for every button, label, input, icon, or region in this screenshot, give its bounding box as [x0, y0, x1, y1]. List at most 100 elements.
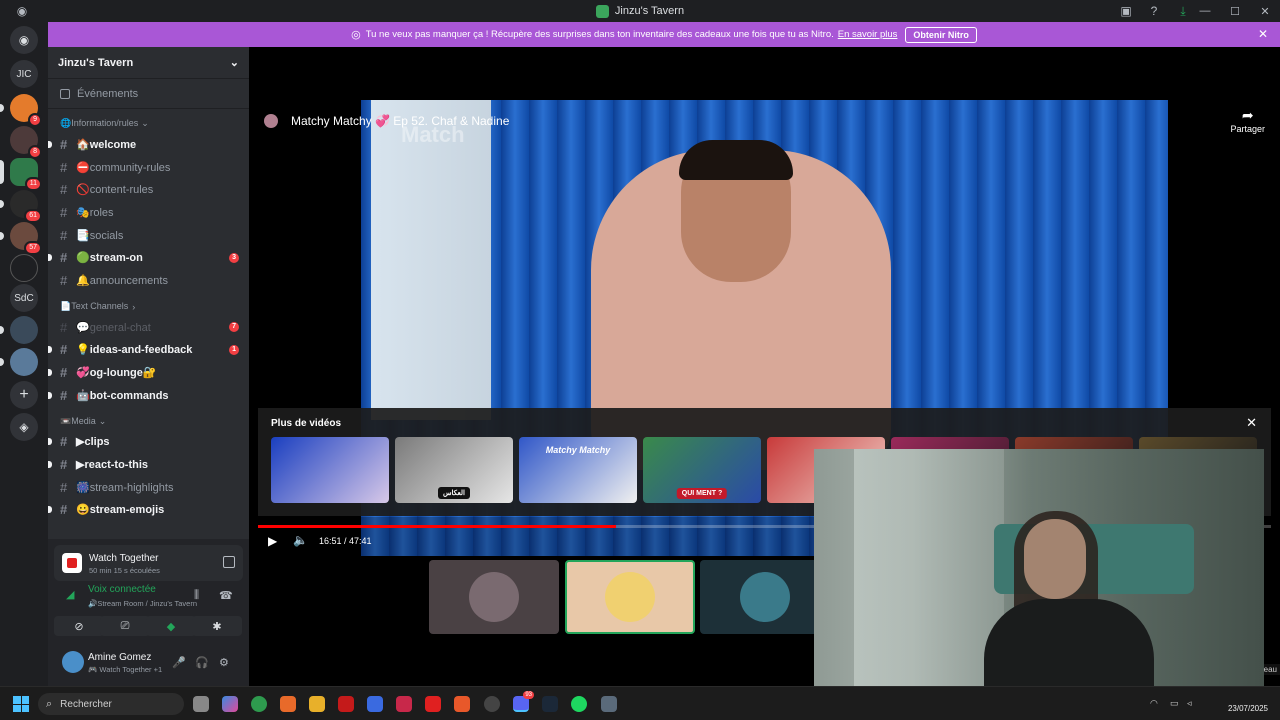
- category-information[interactable]: 🌐Information/rules ⌄: [48, 109, 249, 133]
- channel-clips[interactable]: # ▶clips: [48, 431, 249, 454]
- hash-icon: #: [60, 342, 68, 358]
- hash-icon: #: [60, 479, 68, 495]
- channel-roles[interactable]: # 🎭roles: [48, 201, 249, 224]
- channel-socials[interactable]: # 📑socials: [48, 224, 249, 247]
- search-icon: ⌕: [46, 697, 53, 710]
- search-placeholder: Rechercher: [60, 698, 112, 710]
- video-thumbnail[interactable]: العكاس: [395, 437, 513, 503]
- microphone-icon[interactable]: 🎤: [172, 656, 186, 669]
- close-icon[interactable]: ✕: [1246, 415, 1257, 431]
- nitro-banner: ◎ Tu ne veux pas manquer ça ! Récupère d…: [48, 22, 1280, 47]
- events-item[interactable]: Événements: [48, 79, 249, 109]
- video-thumbnail[interactable]: QUI MENT ?: [643, 437, 761, 503]
- chrome-icon[interactable]: [251, 696, 267, 712]
- channel-welcome[interactable]: # 🏠welcome: [48, 133, 249, 156]
- download-icon[interactable]: ⤓: [1175, 3, 1191, 19]
- camera-off-button[interactable]: ⊘: [54, 616, 104, 636]
- video-thumbnail[interactable]: [271, 437, 389, 503]
- steam-icon[interactable]: [542, 696, 558, 712]
- channel-content-rules[interactable]: # 🚫content-rules: [48, 178, 249, 201]
- camera-stream[interactable]: [814, 449, 1264, 686]
- get-nitro-button[interactable]: Obtenir Nitro: [905, 26, 977, 43]
- server-icon[interactable]: [10, 254, 38, 282]
- channel-ideas-and-feedback[interactable]: # 💡ideas-and-feedback 1: [48, 339, 249, 362]
- learn-more-link[interactable]: En savoir plus: [838, 29, 898, 40]
- avatar: [605, 572, 655, 622]
- inbox-icon[interactable]: ▣: [1118, 3, 1134, 19]
- network-icon[interactable]: ◠: [1150, 698, 1158, 709]
- server-icon[interactable]: [10, 316, 38, 344]
- participant-tile[interactable]: [565, 560, 695, 634]
- server-icon[interactable]: 8: [10, 126, 42, 159]
- server-icon[interactable]: 57: [10, 222, 42, 255]
- category-text-channels[interactable]: 📄Text Channels ›: [48, 292, 249, 316]
- voice-location[interactable]: 🔊Stream Room / Jinzu's Tavern: [88, 599, 197, 608]
- video-thumbnail[interactable]: Matchy Matchy: [519, 437, 637, 503]
- chevron-right-icon: ›: [132, 301, 136, 312]
- headphones-icon[interactable]: 🎧: [195, 656, 209, 669]
- app-icon[interactable]: [280, 696, 296, 712]
- soundboard-button[interactable]: ✱: [192, 616, 242, 636]
- channel-announcements[interactable]: # 🔔announcements: [48, 269, 249, 292]
- disconnect-icon[interactable]: ☎: [219, 589, 233, 602]
- unread-dot: [48, 346, 52, 354]
- gear-icon[interactable]: ⚙: [219, 656, 229, 669]
- home-button[interactable]: ◉: [10, 26, 38, 54]
- share-button[interactable]: ➦ Partager: [1230, 107, 1265, 134]
- discord-icon[interactable]: 93: [513, 691, 534, 712]
- voice-connected-label[interactable]: Voix connectée: [88, 584, 156, 595]
- activity-card[interactable]: Watch Together 50 min 15 s écoulées: [54, 545, 243, 581]
- channel-avatar[interactable]: [264, 114, 278, 128]
- file-explorer-icon[interactable]: [309, 696, 325, 712]
- leave-activity-icon[interactable]: [223, 556, 235, 568]
- channel-community-rules[interactable]: # ⛔community-rules: [48, 156, 249, 179]
- noise-suppression-icon[interactable]: ⫼: [194, 589, 199, 602]
- battery-icon[interactable]: ▭: [1170, 698, 1179, 709]
- close-icon[interactable]: ✕: [1258, 27, 1268, 41]
- channel-og-lounge[interactable]: # 💞og-lounge🔐: [48, 361, 249, 384]
- server-sdc[interactable]: SdC: [10, 284, 38, 312]
- spotify-icon[interactable]: [571, 696, 587, 712]
- video-title[interactable]: Matchy Matchy 💞 Ep 52. Chaf & Nadine: [291, 114, 509, 128]
- discover-button[interactable]: ◈: [10, 413, 38, 441]
- add-server-button[interactable]: +: [10, 381, 38, 409]
- help-icon[interactable]: ?: [1146, 3, 1162, 19]
- activity-button[interactable]: ◆: [146, 616, 196, 636]
- server-jic[interactable]: JIC: [10, 60, 38, 88]
- youtube-icon[interactable]: [425, 696, 441, 712]
- store-icon[interactable]: [367, 696, 383, 712]
- start-button[interactable]: [13, 696, 29, 712]
- maximize-button[interactable]: ☐: [1220, 5, 1250, 18]
- volume-icon[interactable]: 🔈: [293, 533, 308, 547]
- server-icon[interactable]: 9: [10, 94, 42, 127]
- task-view-icon[interactable]: [193, 696, 209, 712]
- username[interactable]: Amine Gomez: [88, 652, 151, 663]
- taskbar-search[interactable]: ⌕ Rechercher: [38, 693, 184, 715]
- server-jinzus-tavern[interactable]: 11: [10, 158, 42, 191]
- channel-general-chat[interactable]: # 💬general-chat 7: [48, 316, 249, 339]
- app-icon[interactable]: [396, 696, 412, 712]
- copilot-icon[interactable]: [222, 696, 238, 712]
- screen-share-button[interactable]: ⎚: [100, 616, 150, 636]
- guild-header[interactable]: Jinzu's Tavern ⌄: [48, 47, 249, 79]
- server-icon[interactable]: [10, 348, 38, 376]
- date-display[interactable]: 23/07/2025: [1228, 704, 1268, 713]
- participant-tile[interactable]: [700, 560, 830, 634]
- close-button[interactable]: ✕: [1250, 5, 1280, 18]
- volume-icon[interactable]: ◃: [1187, 698, 1192, 709]
- channel-stream-emojis[interactable]: # 😀stream-emojis: [48, 499, 249, 522]
- channel-bot-commands[interactable]: # 🤖bot-commands: [48, 384, 249, 407]
- app-icon[interactable]: [484, 696, 500, 712]
- brave-icon[interactable]: [454, 696, 470, 712]
- avatar[interactable]: [62, 651, 84, 673]
- minimize-button[interactable]: —: [1190, 5, 1220, 17]
- settings-icon[interactable]: [601, 696, 617, 712]
- channel-react-to-this[interactable]: # ▶react-to-this: [48, 453, 249, 476]
- category-media[interactable]: 📼Media ⌄: [48, 407, 249, 431]
- channel-stream-on[interactable]: # 🟢stream-on 3: [48, 246, 249, 269]
- netflix-icon[interactable]: [338, 696, 354, 712]
- play-icon[interactable]: ▶: [268, 534, 277, 548]
- participant-tile[interactable]: [429, 560, 559, 634]
- channel-stream-highlights[interactable]: # 🎆stream-highlights: [48, 476, 249, 499]
- server-icon[interactable]: 61: [10, 190, 42, 223]
